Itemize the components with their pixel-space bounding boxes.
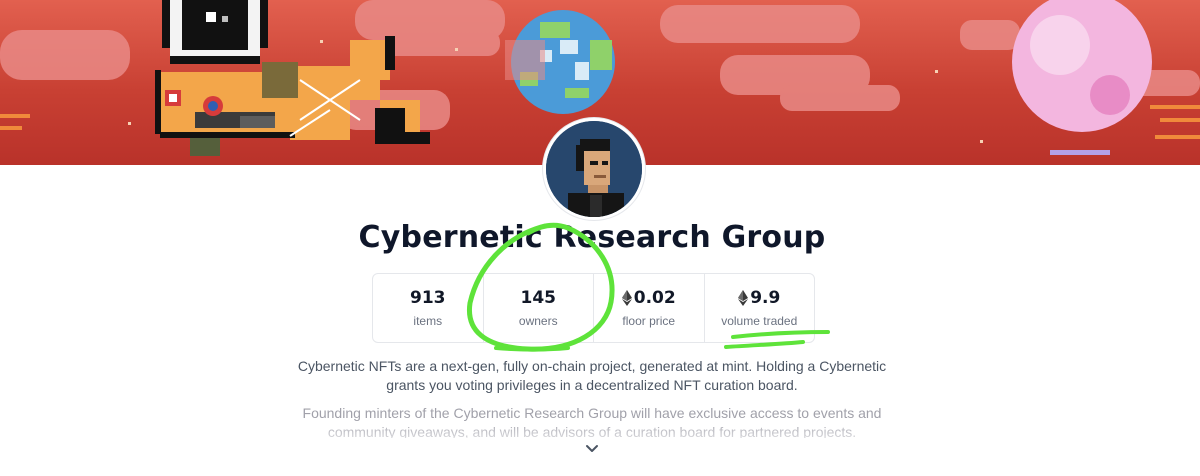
stat-floor-price-value: 0.02	[633, 288, 676, 308]
stat-volume-traded[interactable]: 9.9 volume traded	[705, 274, 815, 342]
description-fade	[0, 420, 1200, 450]
chevron-down-icon[interactable]	[584, 443, 600, 455]
stat-volume-traded-value: 9.9	[750, 288, 781, 308]
ethereum-icon	[621, 290, 632, 306]
stat-items-label: items	[413, 314, 443, 328]
collection-description: Cybernetic NFTs are a next-gen, fully on…	[297, 358, 887, 393]
stat-items-value: 913	[410, 288, 446, 308]
stats-panel: 913 items 145 owners 0.02 floor price 9.	[372, 273, 815, 343]
ethereum-icon	[738, 290, 749, 306]
stat-volume-traded-label: volume traded	[721, 314, 798, 328]
stat-owners-label: owners	[518, 314, 558, 328]
collection-avatar[interactable]	[543, 118, 645, 220]
stat-items[interactable]: 913 items	[373, 274, 484, 342]
stat-floor-price[interactable]: 0.02 floor price	[594, 274, 705, 342]
stat-owners[interactable]: 145 owners	[484, 274, 594, 342]
stat-floor-price-label: floor price	[622, 314, 676, 328]
collection-title: Cybernetic Research Group	[358, 220, 826, 255]
avatar-artwork	[546, 121, 642, 217]
stat-owners-value: 145	[520, 288, 557, 308]
